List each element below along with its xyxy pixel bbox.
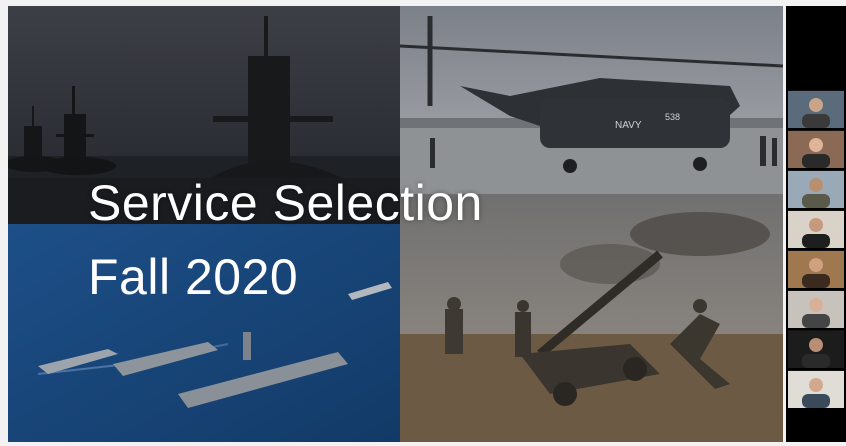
- participant-video-tile[interactable]: [788, 170, 844, 208]
- participant-video-tile[interactable]: [788, 90, 844, 128]
- participant-video-strip[interactable]: [786, 6, 846, 442]
- person-avatar-icon: [788, 331, 844, 368]
- person-avatar-icon: [788, 131, 844, 168]
- artillery-photo: [400, 194, 783, 442]
- person-avatar-icon: [788, 291, 844, 328]
- participant-video-tile[interactable]: [788, 330, 844, 368]
- participant-video-tile[interactable]: [788, 130, 844, 168]
- person-avatar-icon: [788, 171, 844, 208]
- person-avatar-icon: [788, 371, 844, 408]
- person-avatar-icon: [788, 211, 844, 248]
- participant-video-tile[interactable]: [788, 210, 844, 248]
- slide-title: Service Selection: [88, 175, 483, 231]
- participant-video-tile[interactable]: [788, 250, 844, 288]
- helicopter-photo: NAVY 538: [400, 6, 783, 194]
- person-avatar-icon: [788, 251, 844, 288]
- participant-video-tile[interactable]: [788, 370, 844, 408]
- participant-video-tile[interactable]: [788, 290, 844, 328]
- svg-text:538: 538: [665, 112, 680, 122]
- shared-screen: NAVY 538 Service Selection Fall 2020: [8, 6, 783, 442]
- slide-subtitle: Fall 2020: [88, 249, 299, 305]
- person-avatar-icon: [788, 91, 844, 128]
- svg-text:NAVY: NAVY: [615, 120, 642, 131]
